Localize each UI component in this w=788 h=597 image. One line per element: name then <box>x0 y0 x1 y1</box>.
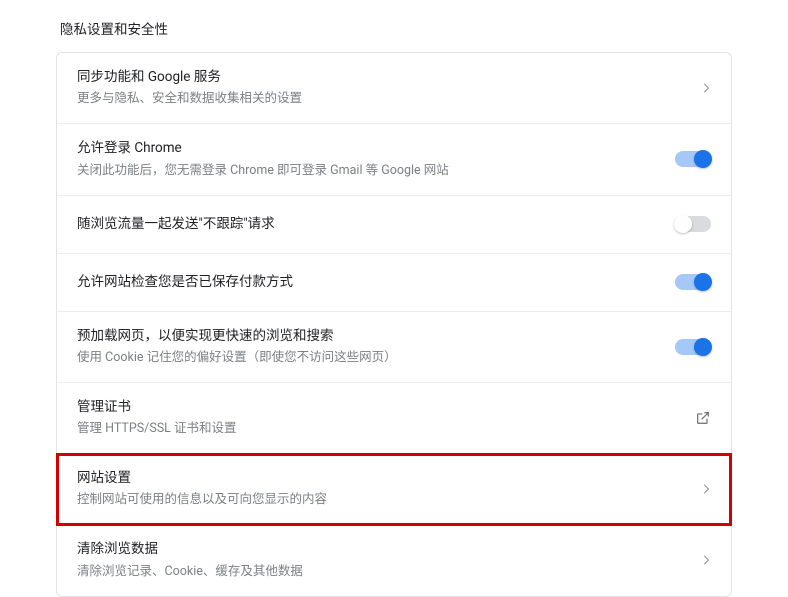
row-text: 网站设置控制网站可使用的信息以及可向您显示的内容 <box>77 468 671 510</box>
toggle-allow-chrome-signin[interactable] <box>675 151 711 167</box>
row-text: 管理证书管理 HTTPS/SSL 证书和设置 <box>77 397 671 439</box>
toggle-do-not-track[interactable] <box>675 216 711 232</box>
toggle-preload-pages[interactable] <box>675 339 711 355</box>
row-title: 网站设置 <box>77 468 671 488</box>
section-title: 隐私设置和安全性 <box>56 18 732 38</box>
row-text: 随浏览流量一起发送"不跟踪"请求 <box>77 214 671 234</box>
row-manage-certificates[interactable]: 管理证书管理 HTTPS/SSL 证书和设置 <box>57 383 731 454</box>
row-title: 管理证书 <box>77 397 671 417</box>
row-title: 允许网站检查您是否已保存付款方式 <box>77 272 671 292</box>
row-subtitle: 使用 Cookie 记住您的偏好设置（即使您不访问这些网页） <box>77 348 671 368</box>
row-subtitle: 关闭此功能后，您无需登录 Chrome 即可登录 Gmail 等 Google … <box>77 161 671 181</box>
external-link-icon <box>671 410 711 426</box>
row-preload-pages[interactable]: 预加载网页，以便实现更快速的浏览和搜索使用 Cookie 记住您的偏好设置（即使… <box>57 312 731 383</box>
row-title: 随浏览流量一起发送"不跟踪"请求 <box>77 214 671 234</box>
row-subtitle: 更多与隐私、安全和数据收集相关的设置 <box>77 89 671 109</box>
row-allow-chrome-signin[interactable]: 允许登录 Chrome 关闭此功能后，您无需登录 Chrome 即可登录 Gmai… <box>57 124 731 195</box>
row-text: 允许网站检查您是否已保存付款方式 <box>77 272 671 292</box>
row-text: 预加载网页，以便实现更快速的浏览和搜索使用 Cookie 记住您的偏好设置（即使… <box>77 326 671 368</box>
chevron-right-icon <box>671 555 711 565</box>
row-sync-google-services[interactable]: 同步功能和 Google 服务更多与隐私、安全和数据收集相关的设置 <box>57 53 731 124</box>
privacy-card: 同步功能和 Google 服务更多与隐私、安全和数据收集相关的设置允许登录 Ch… <box>56 52 732 597</box>
chevron-right-icon <box>671 484 711 494</box>
row-site-settings[interactable]: 网站设置控制网站可使用的信息以及可向您显示的内容 <box>57 454 731 525</box>
row-title: 清除浏览数据 <box>77 539 671 559</box>
row-payment-check[interactable]: 允许网站检查您是否已保存付款方式 <box>57 254 731 312</box>
row-text: 允许登录 Chrome 关闭此功能后，您无需登录 Chrome 即可登录 Gmai… <box>77 138 671 180</box>
row-clear-browsing-data[interactable]: 清除浏览数据清除浏览记录、Cookie、缓存及其他数据 <box>57 525 731 595</box>
row-subtitle: 管理 HTTPS/SSL 证书和设置 <box>77 419 671 439</box>
row-subtitle: 清除浏览记录、Cookie、缓存及其他数据 <box>77 562 671 582</box>
row-title: 同步功能和 Google 服务 <box>77 67 671 87</box>
row-text: 清除浏览数据清除浏览记录、Cookie、缓存及其他数据 <box>77 539 671 581</box>
chevron-right-icon <box>671 83 711 93</box>
row-title: 允许登录 Chrome <box>77 138 671 158</box>
toggle-payment-check[interactable] <box>675 274 711 290</box>
row-title: 预加载网页，以便实现更快速的浏览和搜索 <box>77 326 671 346</box>
row-subtitle: 控制网站可使用的信息以及可向您显示的内容 <box>77 490 671 510</box>
row-text: 同步功能和 Google 服务更多与隐私、安全和数据收集相关的设置 <box>77 67 671 109</box>
row-do-not-track[interactable]: 随浏览流量一起发送"不跟踪"请求 <box>57 196 731 254</box>
